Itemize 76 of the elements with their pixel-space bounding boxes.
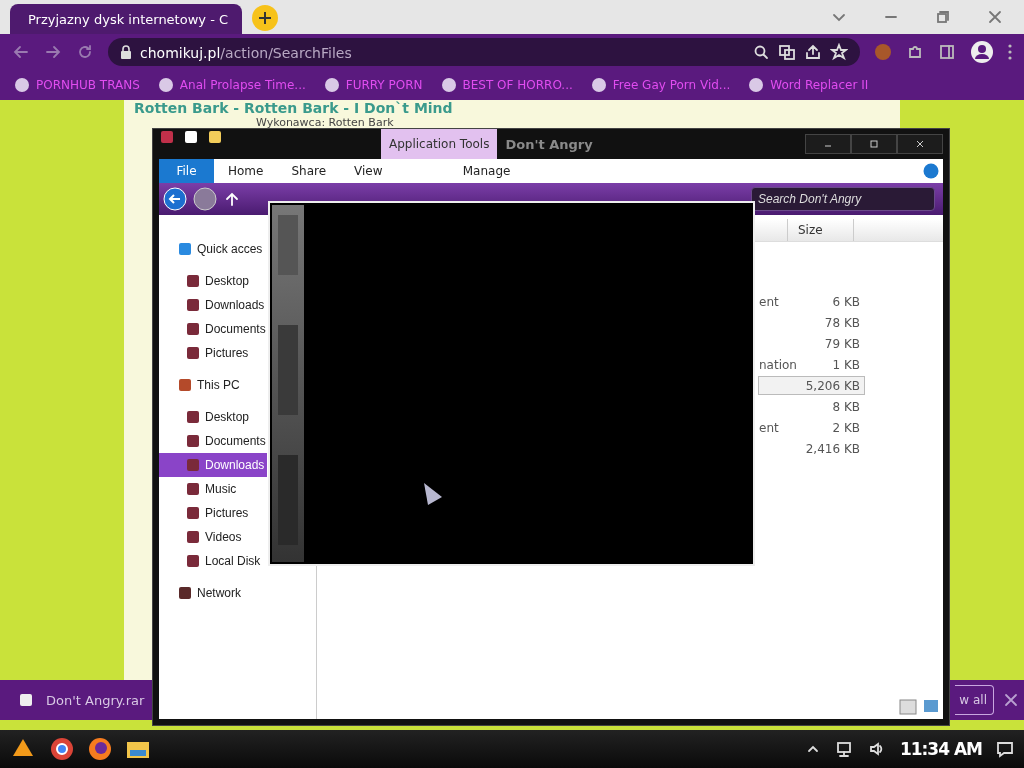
restore-icon[interactable] bbox=[934, 8, 952, 26]
file-size-cell-text: 5,206 KB bbox=[805, 378, 861, 393]
file-row[interactable]: ent 6 KB bbox=[758, 292, 865, 311]
file-type-cell: ent bbox=[759, 420, 779, 435]
large-icons-view-icon[interactable] bbox=[923, 699, 939, 713]
file-size-cell-text: 6 KB bbox=[832, 294, 861, 309]
nav-item[interactable]: Music bbox=[159, 477, 267, 501]
close-icon[interactable] bbox=[1002, 691, 1020, 709]
nav-item[interactable]: Local Disk bbox=[159, 549, 267, 573]
firefox-icon[interactable] bbox=[88, 737, 112, 761]
file-type-cell: ent bbox=[759, 294, 779, 309]
ribbon-tab[interactable]: File bbox=[159, 159, 214, 183]
file-size-cell-text: 1 KB bbox=[832, 357, 861, 372]
back-icon[interactable] bbox=[163, 187, 187, 211]
share-icon[interactable] bbox=[804, 43, 822, 61]
tab-title: Przyjazny dysk internetowy - C bbox=[28, 11, 229, 27]
file-type-cell: nation bbox=[759, 357, 797, 372]
nav-item[interactable]: Downloads bbox=[159, 293, 267, 317]
new-tab-button[interactable] bbox=[252, 5, 278, 31]
browser-tab[interactable]: Przyjazny dysk internetowy - C bbox=[10, 4, 242, 34]
clock-time[interactable]: 11:34 AM bbox=[899, 739, 982, 759]
nav-item[interactable]: Downloads bbox=[159, 453, 267, 477]
nav-item[interactable]: Desktop bbox=[159, 405, 267, 429]
bookmark[interactable]: FURRY PORN bbox=[323, 77, 423, 93]
chrome-icon[interactable] bbox=[50, 737, 74, 761]
bookmark[interactable]: Anal Prolapse Time... bbox=[157, 77, 306, 93]
menu-icon[interactable] bbox=[1008, 44, 1012, 60]
bookmark[interactable]: Free Gay Porn Vid... bbox=[590, 77, 731, 93]
bookmark[interactable]: PORNHUB TRANS bbox=[14, 77, 140, 93]
file-size-cell-text: 78 KB bbox=[824, 315, 861, 330]
close-icon[interactable] bbox=[986, 8, 1004, 26]
network-icon[interactable] bbox=[835, 740, 854, 758]
profile-icon[interactable] bbox=[970, 40, 994, 64]
search-icon[interactable] bbox=[752, 43, 770, 61]
reload-icon[interactable] bbox=[76, 43, 94, 61]
file-row[interactable]: 78 KB bbox=[758, 313, 865, 332]
nav-item[interactable]: Documents bbox=[159, 317, 267, 341]
window-title: Don't Angry bbox=[505, 136, 593, 152]
file-row[interactable]: nation 1 KB bbox=[758, 355, 865, 374]
search-field[interactable]: Search Don't Angry bbox=[751, 187, 935, 211]
side-panel-icon[interactable] bbox=[938, 43, 956, 61]
up-arrow-icon[interactable] bbox=[223, 190, 241, 208]
nav-item[interactable]: This PC bbox=[159, 373, 267, 397]
column-header[interactable]: Size bbox=[787, 219, 853, 241]
cursor-icon bbox=[422, 481, 442, 507]
notification-icon[interactable] bbox=[996, 740, 1014, 758]
lock-icon bbox=[120, 45, 132, 59]
file-row[interactable]: ent 2 KB bbox=[758, 418, 865, 437]
file-row[interactable]: 5,206 KB bbox=[758, 376, 865, 395]
show-all-button[interactable]: w all bbox=[955, 685, 994, 715]
url-text: chomikuj.pl/action/SearchFiles bbox=[140, 43, 352, 62]
nav-item[interactable]: Videos bbox=[159, 525, 267, 549]
nav-item[interactable]: Network bbox=[159, 581, 267, 605]
nav-item[interactable]: Documents bbox=[159, 429, 267, 453]
file-row[interactable]: 79 KB bbox=[758, 334, 865, 353]
bookmark[interactable]: Word Replacer II bbox=[748, 77, 869, 93]
context-tab-label: Application Tools bbox=[381, 129, 498, 159]
maximize-icon bbox=[870, 140, 878, 148]
file-row[interactable]: 8 KB bbox=[758, 397, 865, 416]
file-size-cell-text: 79 KB bbox=[824, 336, 861, 351]
puzzle-icon[interactable] bbox=[906, 43, 924, 61]
download-filename[interactable]: Don't Angry.rar bbox=[46, 692, 145, 708]
file-size-cell-text: 2 KB bbox=[832, 420, 861, 435]
plus-icon bbox=[258, 11, 272, 25]
file-size-cell-text: 8 KB bbox=[832, 399, 861, 414]
nav-item[interactable]: Pictures bbox=[159, 341, 267, 365]
translate-icon[interactable] bbox=[778, 43, 796, 61]
file-size-cell-text: 2,416 KB bbox=[805, 441, 861, 456]
nav-item[interactable]: Pictures bbox=[159, 501, 267, 525]
close-icon bbox=[916, 140, 924, 148]
maximize-button[interactable] bbox=[851, 134, 897, 154]
nav-item[interactable]: Quick acces bbox=[159, 237, 267, 261]
file-row[interactable]: 2,416 KB bbox=[758, 439, 865, 458]
nav-item[interactable]: Desktop bbox=[159, 269, 267, 293]
artist-text: Wykonawca: Rotten Bark bbox=[255, 116, 395, 129]
address-bar[interactable]: chomikuj.pl/action/SearchFiles bbox=[108, 38, 860, 66]
